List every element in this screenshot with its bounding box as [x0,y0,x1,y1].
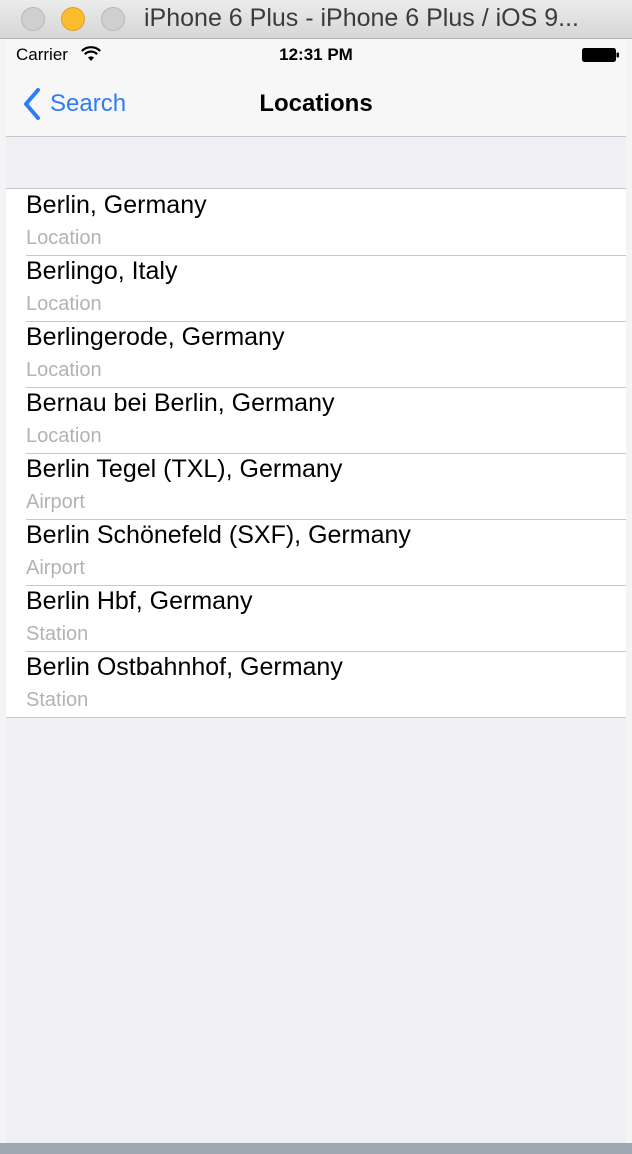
location-name: Berlingerode, Germany [26,323,285,351]
page-title: Locations [259,90,373,117]
locations-list: Berlin, Germany Location Berlingo, Italy… [6,189,626,718]
location-name: Berlin Schönefeld (SXF), Germany [26,521,411,549]
location-type: Location [26,227,102,249]
background-window-edge-bottom [0,1143,632,1154]
location-type: Airport [26,491,85,513]
navigation-bar: Search Locations [6,72,626,137]
window-zoom-button[interactable] [101,7,125,31]
window-title: iPhone 6 Plus - iPhone 6 Plus / iOS 9... [144,4,579,32]
station-row[interactable]: Berlin Ostbahnhof, Germany Station [6,651,626,717]
airport-row[interactable]: Berlin Tegel (TXL), Germany Airport [6,453,626,519]
status-time: 12:31 PM [279,45,353,64]
location-type: Airport [26,557,85,579]
device-screen: Carrier 12:31 PM Search Locations Berlin… [6,39,626,1143]
location-name: Bernau bei Berlin, Germany [26,389,335,417]
window-close-button[interactable] [21,7,45,31]
location-name: Berlin, Germany [26,191,207,219]
location-row[interactable]: Berlin, Germany Location [6,189,626,255]
station-row[interactable]: Berlin Hbf, Germany Station [6,585,626,651]
battery-icon [582,48,619,62]
window-minimize-button[interactable] [61,7,85,31]
status-bar: Carrier 12:31 PM [6,39,626,72]
simulator-window: iPhone 6 Plus - iPhone 6 Plus / iOS 9...… [0,0,632,1154]
window-titlebar[interactable]: iPhone 6 Plus - iPhone 6 Plus / iOS 9... [0,0,632,39]
airport-row[interactable]: Berlin Schönefeld (SXF), Germany Airport [6,519,626,585]
location-type: Location [26,293,102,315]
location-name: Berlin Ostbahnhof, Germany [26,653,343,681]
location-type: Station [26,623,89,645]
location-type: Location [26,425,102,447]
location-row[interactable]: Berlingerode, Germany Location [6,321,626,387]
location-name: Berlingo, Italy [26,257,178,285]
location-row[interactable]: Berlingo, Italy Location [6,255,626,321]
location-type: Station [26,689,89,711]
background-window-edge-right [626,39,632,1144]
section-header [6,137,626,189]
location-row[interactable]: Bernau bei Berlin, Germany Location [6,387,626,453]
location-name: Berlin Hbf, Germany [26,587,253,615]
location-name: Berlin Tegel (TXL), Germany [26,455,343,483]
location-type: Location [26,359,102,381]
